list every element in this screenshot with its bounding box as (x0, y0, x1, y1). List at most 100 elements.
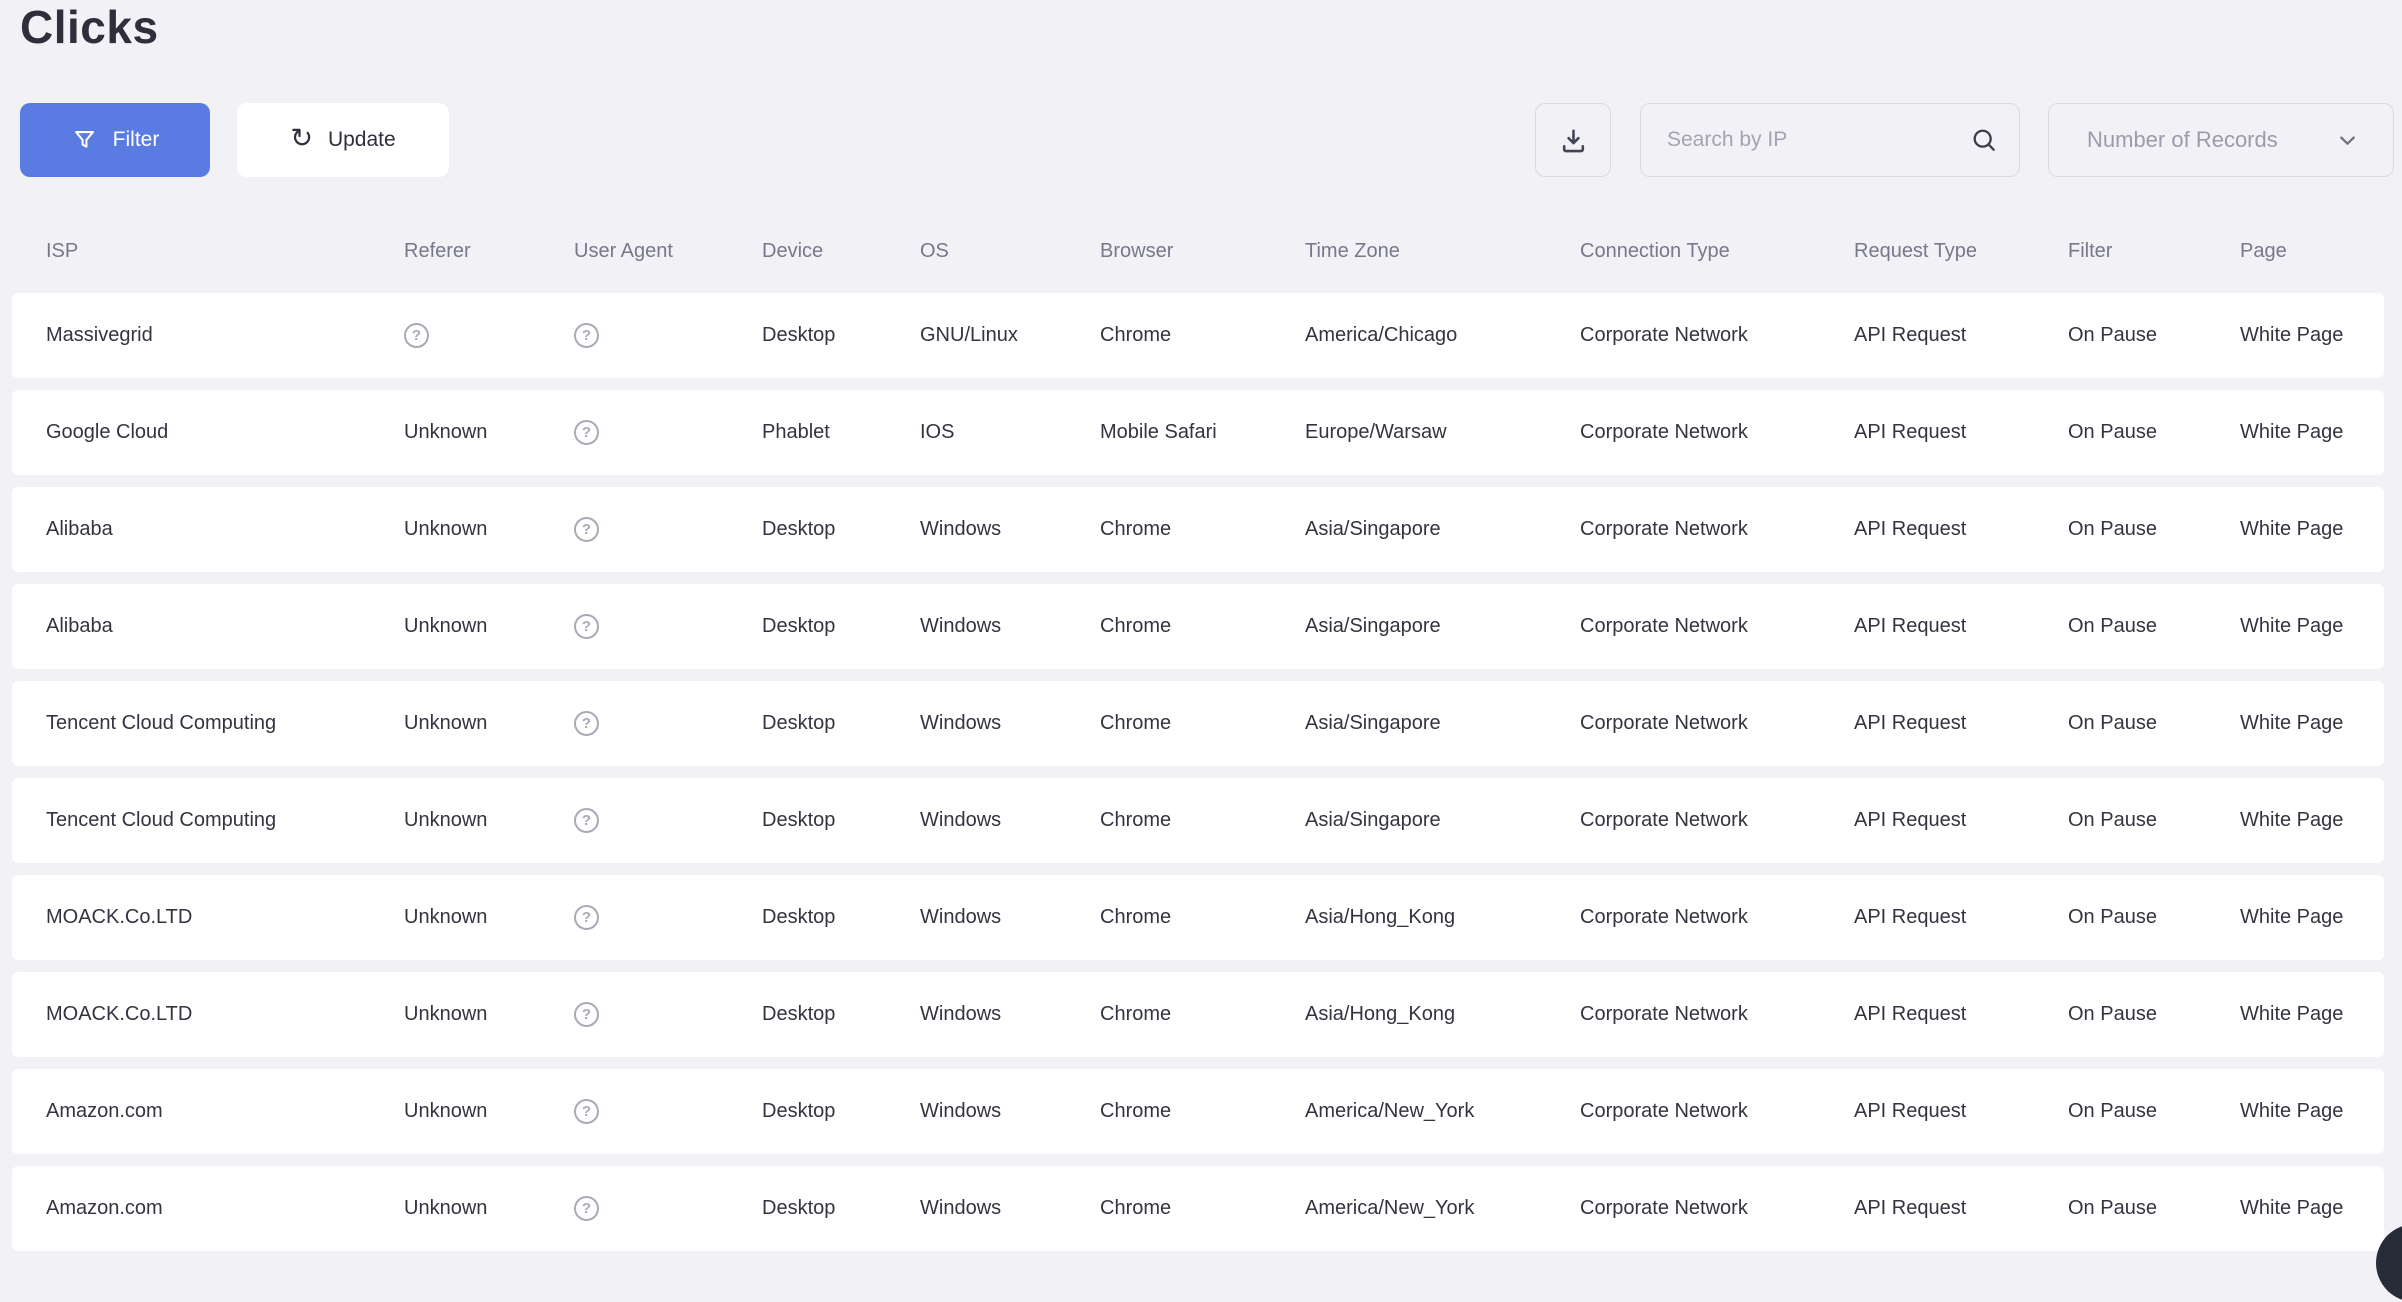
refresh-icon: ↻ (290, 125, 313, 152)
search-box (1640, 103, 2020, 177)
cell-browser: Chrome (1100, 1003, 1305, 1026)
question-mark-icon[interactable]: ? (574, 1196, 599, 1221)
table-row: Massivegrid??DesktopGNU/LinuxChromeAmeri… (12, 293, 2384, 378)
question-mark-icon[interactable]: ? (574, 517, 599, 542)
cell-isp: MOACK.Co.LTD (46, 1003, 404, 1026)
cell-referer: Unknown (404, 1003, 574, 1026)
cell-filter: On Pause (2068, 324, 2240, 347)
cell-device: Desktop (762, 906, 920, 929)
column-header-device: Device (762, 240, 920, 263)
cell-page: White Page (2240, 518, 2384, 541)
table-row: Amazon.comUnknown?DesktopWindowsChromeAm… (12, 1069, 2384, 1154)
question-mark-icon[interactable]: ? (574, 711, 599, 736)
cell-isp: Alibaba (46, 615, 404, 638)
cell-request-type: API Request (1854, 615, 2068, 638)
cell-referer: Unknown (404, 421, 574, 444)
question-mark-icon[interactable]: ? (574, 420, 599, 445)
funnel-icon (71, 127, 98, 154)
table-row: MOACK.Co.LTDUnknown?DesktopWindowsChrome… (12, 875, 2384, 960)
question-mark-icon[interactable]: ? (574, 1099, 599, 1124)
cell-request-type: API Request (1854, 712, 2068, 735)
table-row: Tencent Cloud ComputingUnknown?DesktopWi… (12, 681, 2384, 766)
cell-os: Windows (920, 1100, 1100, 1123)
table-row: MOACK.Co.LTDUnknown?DesktopWindowsChrome… (12, 972, 2384, 1057)
cell-time-zone: Asia/Singapore (1305, 712, 1580, 735)
cell-os: Windows (920, 712, 1100, 735)
cell-device: Desktop (762, 324, 920, 347)
column-header-filter: Filter (2068, 240, 2240, 263)
cell-os: Windows (920, 809, 1100, 832)
cell-device: Desktop (762, 1100, 920, 1123)
cell-time-zone: Asia/Singapore (1305, 615, 1580, 638)
cell-connection-type: Corporate Network (1580, 906, 1854, 929)
search-input[interactable] (1665, 127, 1970, 153)
cell-request-type: API Request (1854, 906, 2068, 929)
filter-button-label: Filter (113, 128, 160, 152)
cell-time-zone: America/New_York (1305, 1197, 1580, 1220)
cell-time-zone: America/Chicago (1305, 324, 1580, 347)
table-row: Google CloudUnknown?PhabletIOSMobile Saf… (12, 390, 2384, 475)
cell-os: GNU/Linux (920, 324, 1100, 347)
cell-browser: Chrome (1100, 1197, 1305, 1220)
cell-connection-type: Corporate Network (1580, 421, 1854, 444)
cell-referer: Unknown (404, 712, 574, 735)
cell-os: Windows (920, 518, 1100, 541)
cell-page: White Page (2240, 906, 2384, 929)
question-mark-icon[interactable]: ? (574, 614, 599, 639)
cell-user-agent: ? (574, 517, 762, 542)
question-mark-icon[interactable]: ? (574, 808, 599, 833)
cell-isp: Amazon.com (46, 1197, 404, 1220)
cell-user-agent: ? (574, 1196, 762, 1221)
column-header-time-zone: Time Zone (1305, 240, 1580, 263)
cell-filter: On Pause (2068, 518, 2240, 541)
cell-device: Phablet (762, 421, 920, 444)
cell-referer: Unknown (404, 518, 574, 541)
column-header-user-agent: User Agent (574, 240, 762, 263)
cell-filter: On Pause (2068, 809, 2240, 832)
records-dropdown[interactable]: Number of Records (2048, 103, 2394, 177)
question-mark-icon[interactable]: ? (574, 323, 599, 348)
cell-page: White Page (2240, 421, 2384, 444)
column-header-page: Page (2240, 240, 2384, 263)
column-header-isp: ISP (46, 240, 404, 263)
download-button[interactable] (1535, 103, 1611, 177)
table-row: Amazon.comUnknown?DesktopWindowsChromeAm… (12, 1166, 2384, 1251)
column-header-browser: Browser (1100, 240, 1305, 263)
cell-browser: Chrome (1100, 809, 1305, 832)
cell-filter: On Pause (2068, 615, 2240, 638)
cell-page: White Page (2240, 1197, 2384, 1220)
cell-referer: Unknown (404, 1100, 574, 1123)
cell-time-zone: Asia/Hong_Kong (1305, 1003, 1580, 1026)
cell-time-zone: Asia/Singapore (1305, 809, 1580, 832)
chevron-down-icon (2336, 129, 2359, 152)
cell-user-agent: ? (574, 808, 762, 833)
cell-time-zone: Asia/Singapore (1305, 518, 1580, 541)
cell-os: Windows (920, 906, 1100, 929)
question-mark-icon[interactable]: ? (574, 1002, 599, 1027)
cell-connection-type: Corporate Network (1580, 1197, 1854, 1220)
cell-time-zone: Asia/Hong_Kong (1305, 906, 1580, 929)
cell-request-type: API Request (1854, 1100, 2068, 1123)
cell-browser: Chrome (1100, 615, 1305, 638)
filter-button[interactable]: Filter (20, 103, 210, 177)
update-button[interactable]: ↻ Update (237, 103, 449, 177)
table-body: Massivegrid??DesktopGNU/LinuxChromeAmeri… (12, 293, 2384, 1251)
cell-os: Windows (920, 1197, 1100, 1220)
cell-os: Windows (920, 1003, 1100, 1026)
cell-request-type: API Request (1854, 518, 2068, 541)
cell-isp: Alibaba (46, 518, 404, 541)
update-button-label: Update (328, 128, 396, 152)
cell-connection-type: Corporate Network (1580, 324, 1854, 347)
cell-filter: On Pause (2068, 712, 2240, 735)
cell-device: Desktop (762, 712, 920, 735)
column-header-os: OS (920, 240, 1100, 263)
cell-request-type: API Request (1854, 809, 2068, 832)
magnifier-icon[interactable] (1970, 126, 1999, 155)
cell-browser: Chrome (1100, 712, 1305, 735)
table-row: Tencent Cloud ComputingUnknown?DesktopWi… (12, 778, 2384, 863)
column-header-connection-type: Connection Type (1580, 240, 1854, 263)
column-header-request-type: Request Type (1854, 240, 2068, 263)
question-mark-icon[interactable]: ? (574, 905, 599, 930)
cell-page: White Page (2240, 1100, 2384, 1123)
question-mark-icon[interactable]: ? (404, 323, 429, 348)
